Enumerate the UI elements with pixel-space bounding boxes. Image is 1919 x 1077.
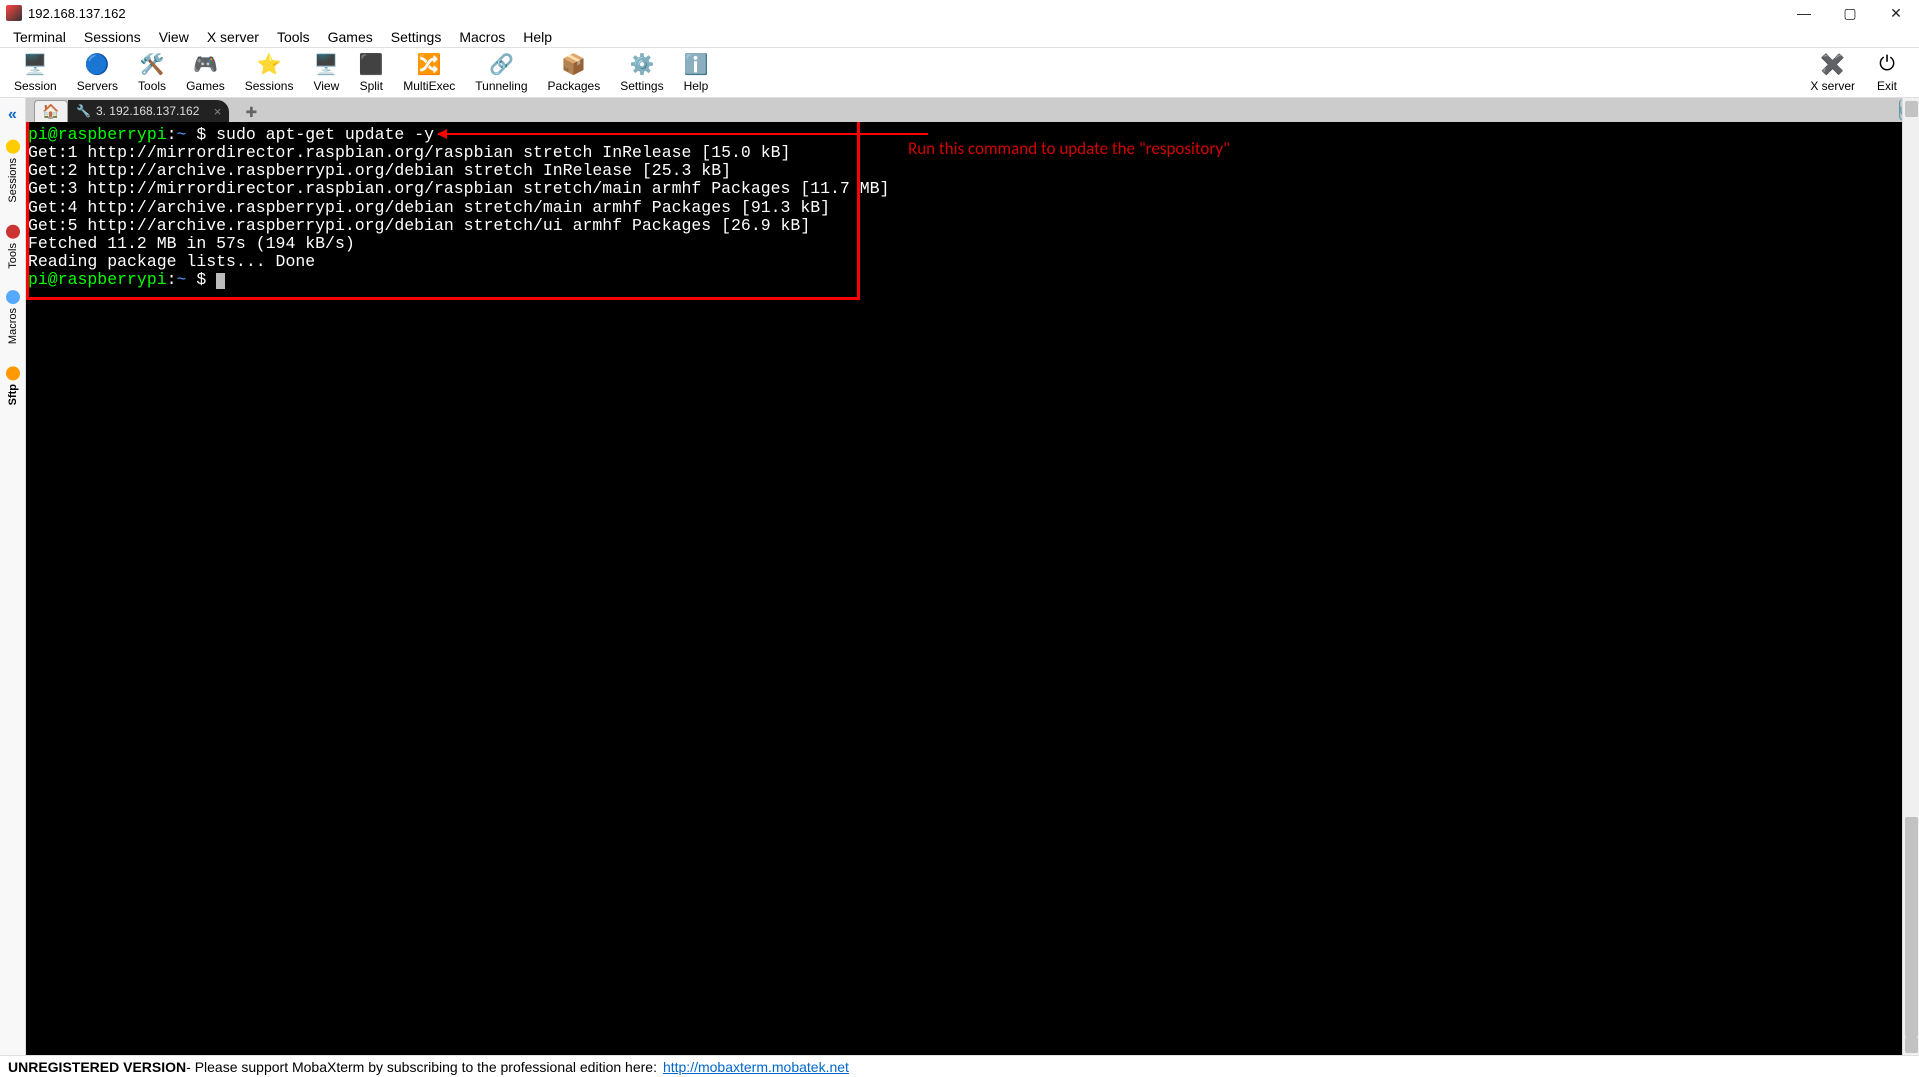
toolbar: 🖥️Session🔵Servers🛠️Tools🎮Games⭐Sessions🖥… bbox=[0, 48, 1919, 98]
tab-label: 3. 192.168.137.162 bbox=[96, 104, 199, 118]
menu-sessions[interactable]: Sessions bbox=[75, 27, 150, 47]
home-icon: 🏠 bbox=[42, 103, 59, 120]
xserver-button-icon: ✖️ bbox=[1821, 53, 1845, 77]
menu-terminal[interactable]: Terminal bbox=[4, 27, 75, 47]
annotation-arrow bbox=[438, 133, 928, 135]
side-strip: « Sessions Tools Macros Sftp bbox=[0, 98, 26, 1055]
help-button-icon: ℹ️ bbox=[684, 53, 708, 77]
split-button[interactable]: ⬛Split bbox=[349, 51, 393, 95]
multiexec-button-icon: 🔀 bbox=[417, 53, 441, 77]
tab-strip: 🏠 🔧 3. 192.168.137.162 × ✚ 📎 bbox=[26, 98, 1919, 122]
status-message: - Please support MobaXterm by subscribin… bbox=[186, 1059, 657, 1075]
session-button-icon: 🖥️ bbox=[23, 53, 47, 77]
session-button[interactable]: 🖥️Session bbox=[4, 51, 67, 95]
tunneling-button-icon: 🔗 bbox=[489, 53, 513, 77]
menu-xserver[interactable]: X server bbox=[198, 27, 268, 47]
games-button-icon: 🎮 bbox=[193, 53, 217, 77]
servers-button[interactable]: 🔵Servers bbox=[67, 51, 128, 95]
tab-close-icon[interactable]: × bbox=[214, 104, 222, 119]
terminal-icon: 🔧 bbox=[76, 104, 91, 118]
split-button-icon: ⬛ bbox=[359, 53, 383, 77]
sessions-button[interactable]: ⭐Sessions bbox=[235, 51, 304, 95]
maximize-button[interactable]: ▢ bbox=[1827, 0, 1873, 26]
scroll-thumb[interactable] bbox=[1905, 817, 1918, 1037]
titlebar: 192.168.137.162 — ▢ ✕ bbox=[0, 0, 1919, 26]
help-button[interactable]: ℹ️Help bbox=[674, 51, 719, 95]
side-tab-sftp[interactable]: Sftp bbox=[4, 356, 22, 415]
games-button[interactable]: 🎮Games bbox=[176, 51, 235, 95]
side-tab-tools[interactable]: Tools bbox=[4, 215, 22, 279]
xserver-button[interactable]: ✖️X server bbox=[1800, 51, 1865, 95]
close-button[interactable]: ✕ bbox=[1873, 0, 1919, 26]
tab-session-active[interactable]: 🔧 3. 192.168.137.162 × bbox=[68, 100, 229, 122]
status-link[interactable]: http://mobaxterm.mobatek.net bbox=[663, 1059, 849, 1075]
multiexec-button[interactable]: 🔀MultiExec bbox=[393, 51, 465, 95]
tunneling-button[interactable]: 🔗Tunneling bbox=[465, 51, 537, 95]
statusbar: UNREGISTERED VERSION - Please support Mo… bbox=[0, 1055, 1919, 1077]
packages-button-icon: 📦 bbox=[562, 53, 586, 77]
status-unregistered: UNREGISTERED VERSION bbox=[8, 1059, 186, 1075]
menubar: Terminal Sessions View X server Tools Ga… bbox=[0, 26, 1919, 48]
plus-icon: ✚ bbox=[246, 104, 258, 121]
menu-games[interactable]: Games bbox=[319, 27, 382, 47]
exit-button[interactable]: ⏻Exit bbox=[1865, 51, 1909, 95]
settings-button-icon: ⚙️ bbox=[630, 53, 654, 77]
scroll-down-icon[interactable] bbox=[1905, 1037, 1918, 1053]
view-button-icon: 🖥️ bbox=[314, 53, 338, 77]
exit-button-icon: ⏻ bbox=[1875, 53, 1899, 77]
chevron-left-icon[interactable]: « bbox=[6, 102, 19, 128]
tab-home[interactable]: 🏠 bbox=[34, 100, 68, 122]
tab-new[interactable]: ✚ bbox=[237, 102, 265, 122]
sessions-button-icon: ⭐ bbox=[257, 53, 281, 77]
side-tab-macros[interactable]: Macros bbox=[4, 280, 22, 354]
scroll-up-icon[interactable] bbox=[1905, 101, 1918, 117]
menu-tools[interactable]: Tools bbox=[268, 27, 319, 47]
window-title: 192.168.137.162 bbox=[28, 6, 126, 21]
packages-button[interactable]: 📦Packages bbox=[538, 51, 611, 95]
settings-button[interactable]: ⚙️Settings bbox=[610, 51, 673, 95]
menu-macros[interactable]: Macros bbox=[450, 27, 514, 47]
menu-view[interactable]: View bbox=[150, 27, 198, 47]
view-button[interactable]: 🖥️View bbox=[303, 51, 349, 95]
side-tab-sessions[interactable]: Sessions bbox=[4, 130, 22, 213]
tools-button[interactable]: 🛠️Tools bbox=[128, 51, 176, 95]
minimize-button[interactable]: — bbox=[1781, 0, 1827, 26]
servers-button-icon: 🔵 bbox=[85, 53, 109, 77]
terminal-output[interactable]: pi@raspberrypi:~ $ sudo apt-get update -… bbox=[26, 122, 1919, 1055]
scrollbar-vertical[interactable] bbox=[1902, 98, 1919, 1055]
tools-button-icon: 🛠️ bbox=[140, 53, 164, 77]
menu-settings[interactable]: Settings bbox=[382, 27, 451, 47]
annotation-text: Run this command to update the "resposit… bbox=[908, 140, 1230, 159]
app-icon bbox=[6, 5, 22, 21]
menu-help[interactable]: Help bbox=[514, 27, 561, 47]
